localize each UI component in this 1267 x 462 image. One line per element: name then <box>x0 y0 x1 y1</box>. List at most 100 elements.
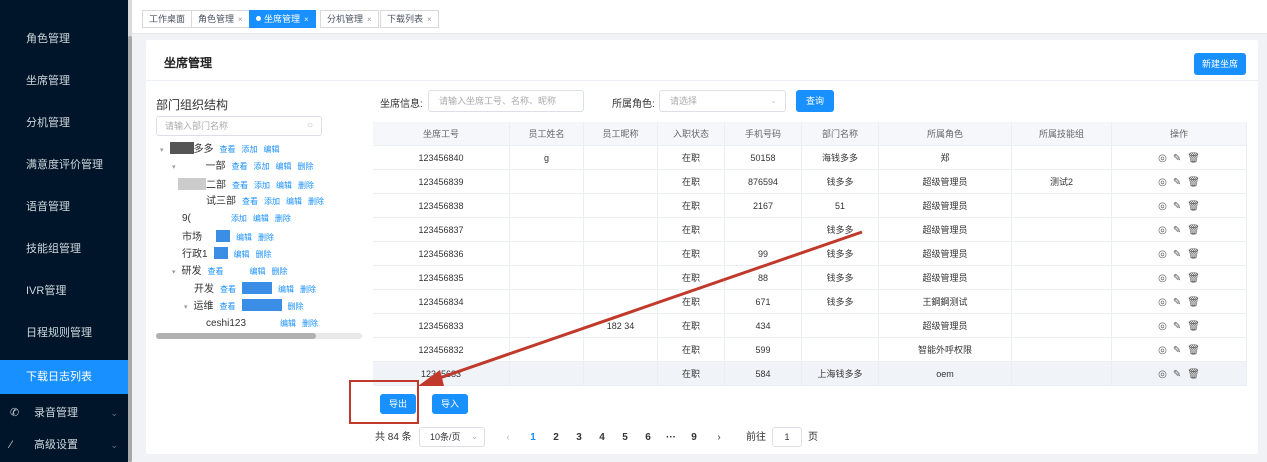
trash-icon[interactable]: 🗑 <box>1187 153 1200 164</box>
page-number[interactable]: 9 <box>687 428 701 448</box>
page-number[interactable]: 2 <box>549 428 563 448</box>
trash-icon[interactable]: 🗑 <box>1187 225 1200 236</box>
edit-link[interactable]: 编辑 <box>276 162 292 171</box>
delete-link[interactable]: 删除 <box>302 319 318 328</box>
sidebar-scrollbar[interactable] <box>128 0 132 462</box>
sidebar-item-ivr[interactable]: IVR管理 <box>0 274 128 308</box>
new-agent-button[interactable]: 新建坐席 <box>1194 53 1246 75</box>
edit-icon[interactable]: ✎ <box>1173 153 1181 164</box>
add-link[interactable]: 添加 <box>254 162 270 171</box>
eye-icon[interactable]: ◎ <box>1158 225 1167 236</box>
view-link[interactable]: 查看 <box>242 197 258 206</box>
tree-node[interactable]: ceshi123 编辑 删除 <box>206 317 318 331</box>
trash-icon[interactable]: 🗑 <box>1187 249 1200 260</box>
view-link[interactable]: 查看 <box>220 302 236 311</box>
eye-icon[interactable]: ◎ <box>1158 345 1167 356</box>
add-link[interactable]: 添加 <box>254 181 270 190</box>
tree-node[interactable]: ▾ 研发 查看 编辑 删除 <box>172 265 288 279</box>
edit-icon[interactable]: ✎ <box>1173 297 1181 308</box>
edit-link[interactable]: 编辑 <box>234 250 250 259</box>
sidebar-item-satisfaction[interactable]: 满意度评价管理 <box>0 148 128 182</box>
trash-icon[interactable]: 🗑 <box>1187 297 1200 308</box>
tab-downloads[interactable]: 下载列表 × <box>380 10 439 28</box>
delete-link[interactable]: 删除 <box>256 250 272 259</box>
edit-icon[interactable]: ✎ <box>1173 273 1181 284</box>
agent-search-input[interactable]: 请输入坐席工号、名称、昵称 <box>428 90 584 112</box>
edit-icon[interactable]: ✎ <box>1173 225 1181 236</box>
edit-link[interactable]: 编辑 <box>264 145 280 154</box>
delete-link[interactable]: 删除 <box>275 214 291 223</box>
view-link[interactable]: 查看 <box>208 267 224 276</box>
sidebar-item-voice[interactable]: 语音管理 <box>0 190 128 224</box>
page-size-select[interactable]: 10条/页 ⌄ <box>419 427 485 447</box>
page-number[interactable]: 3 <box>572 428 586 448</box>
sidebar-item-agents[interactable]: 坐席管理 <box>0 64 128 98</box>
eye-icon[interactable]: ◎ <box>1158 369 1167 380</box>
page-ellipsis[interactable]: ··· <box>664 428 678 448</box>
tab-extensions[interactable]: 分机管理 × <box>320 10 379 28</box>
close-icon[interactable]: × <box>367 15 372 24</box>
tab-roles[interactable]: 角色管理 × <box>191 10 250 28</box>
view-link[interactable]: 查看 <box>220 145 236 154</box>
add-link[interactable]: 添加 <box>264 197 280 206</box>
tree-node[interactable]: 9(添加 编辑 删除 <box>182 212 291 226</box>
sidebar-item-schedule[interactable]: 日程规则管理 <box>0 316 128 350</box>
edit-icon[interactable]: ✎ <box>1173 249 1181 260</box>
role-select[interactable]: 请选择 ⌄ <box>659 90 786 112</box>
trash-icon[interactable]: 🗑 <box>1187 273 1200 284</box>
add-link[interactable]: 添加 <box>242 145 258 154</box>
tree-node[interactable]: 试三部 查看 添加 编辑 删除 <box>206 195 324 209</box>
tree-node[interactable]: ▾ 运维 查看 删除 <box>184 299 304 313</box>
page-number[interactable]: 6 <box>641 428 655 448</box>
query-button[interactable]: 查询 <box>796 90 834 112</box>
tree-horizontal-scrollbar[interactable] <box>156 333 362 339</box>
tree-scrollbar-thumb[interactable] <box>156 333 316 339</box>
eye-icon[interactable]: ◎ <box>1158 273 1167 284</box>
edit-link[interactable]: 编辑 <box>286 197 302 206</box>
edit-link[interactable]: 编辑 <box>276 181 292 190</box>
sidebar-item-advanced[interactable]: ⁄ 高级设置 ⌄ <box>0 428 128 462</box>
sidebar-item-roles[interactable]: 角色管理 <box>0 22 128 56</box>
edit-icon[interactable]: ✎ <box>1173 177 1181 188</box>
eye-icon[interactable]: ◎ <box>1158 297 1167 308</box>
tree-node[interactable]: 二部 查看 添加 编辑 删除 <box>178 178 314 192</box>
delete-link[interactable]: 删除 <box>300 285 316 294</box>
close-icon[interactable]: × <box>304 15 309 24</box>
sidebar-item-download-logs[interactable]: 下载日志列表 <box>0 360 128 394</box>
department-search-input[interactable]: 请输入部门名称 ○ <box>156 116 322 136</box>
close-icon[interactable]: × <box>238 15 243 24</box>
edit-icon[interactable]: ✎ <box>1173 321 1181 332</box>
trash-icon[interactable]: 🗑 <box>1187 177 1200 188</box>
delete-link[interactable]: 删除 <box>288 302 304 311</box>
add-link[interactable]: 添加 <box>231 214 247 223</box>
edit-link[interactable]: 编辑 <box>236 233 252 242</box>
trash-icon[interactable]: 🗑 <box>1187 345 1200 356</box>
tab-workspace[interactable]: 工作桌面 <box>142 10 193 28</box>
eye-icon[interactable]: ◎ <box>1158 321 1167 332</box>
eye-icon[interactable]: ◎ <box>1158 177 1167 188</box>
page-number[interactable]: 4 <box>595 428 609 448</box>
sidebar-item-recordings[interactable]: ✆ 录音管理 ⌄ <box>0 396 128 430</box>
tree-node[interactable]: 开发 查看 编辑 删除 <box>194 282 316 296</box>
tree-node[interactable]: ▾ 一部 查看 添加 编辑 删除 <box>172 160 314 174</box>
edit-icon[interactable]: ✎ <box>1173 201 1181 212</box>
edit-link[interactable]: 编辑 <box>250 267 266 276</box>
delete-link[interactable]: 删除 <box>298 181 314 190</box>
next-page-icon[interactable]: › <box>712 428 726 448</box>
edit-icon[interactable]: ✎ <box>1173 369 1181 380</box>
close-icon[interactable]: × <box>427 15 432 24</box>
eye-icon[interactable]: ◎ <box>1158 201 1167 212</box>
tab-agents[interactable]: 坐席管理 × <box>249 10 316 28</box>
tree-node[interactable]: ▾ 多多 查看 添加 编辑 <box>160 142 280 156</box>
goto-page-input[interactable]: 1 <box>772 427 802 447</box>
prev-page-icon[interactable]: ‹ <box>501 428 515 448</box>
delete-link[interactable]: 删除 <box>298 162 314 171</box>
import-button[interactable]: 导入 <box>432 394 468 414</box>
page-number[interactable]: 1 <box>526 428 540 448</box>
delete-link[interactable]: 删除 <box>308 197 324 206</box>
delete-link[interactable]: 删除 <box>258 233 274 242</box>
trash-icon[interactable]: 🗑 <box>1187 321 1200 332</box>
eye-icon[interactable]: ◎ <box>1158 249 1167 260</box>
tree-node[interactable]: 市场 编辑 删除 <box>182 230 274 244</box>
edit-link[interactable]: 编辑 <box>253 214 269 223</box>
